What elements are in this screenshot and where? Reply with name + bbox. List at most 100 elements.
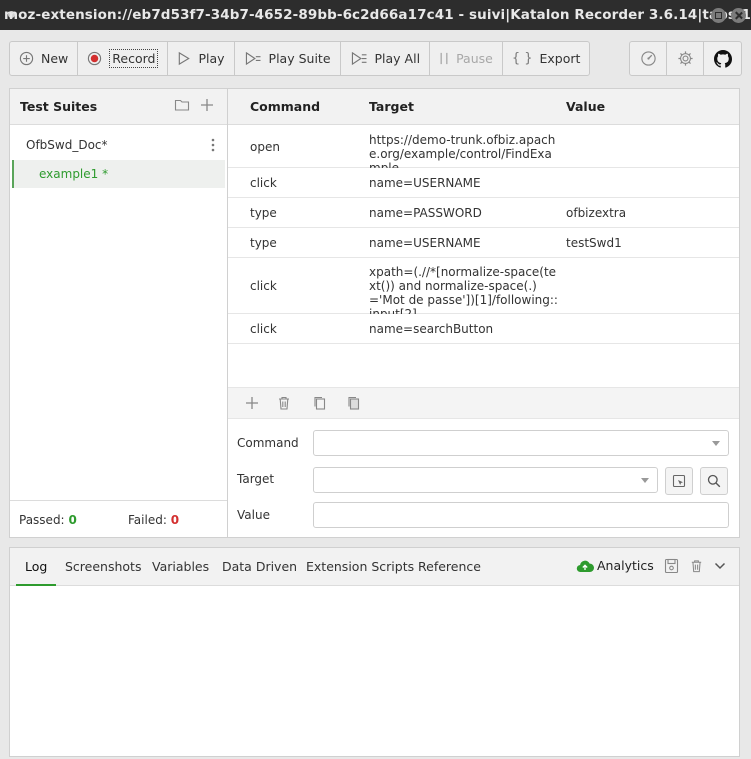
play-icon: [179, 51, 191, 66]
test-case-name: example1 *: [39, 167, 109, 181]
chevron-down-icon: [712, 441, 720, 446]
row-command: type: [250, 206, 277, 220]
record-icon: [88, 51, 102, 66]
tab-log[interactable]: Log: [25, 559, 47, 574]
row-command: type: [250, 236, 277, 250]
tab-extension-scripts[interactable]: Extension Scripts: [306, 559, 414, 574]
play-label: Play: [198, 51, 225, 66]
speedometer-icon: [640, 51, 656, 66]
new-label: New: [41, 51, 69, 66]
target-field-label: Target: [237, 472, 275, 486]
window-title: moz-extension://eb7d53f7-34b7-4652-89bb-…: [4, 7, 751, 23]
log-content: [10, 586, 739, 756]
analytics-button[interactable]: Analytics: [576, 558, 654, 573]
cloud-upload-icon: [576, 560, 594, 572]
row-target: name=PASSWORD: [369, 206, 482, 220]
value-field-label: Value: [237, 508, 270, 522]
tab-screenshots[interactable]: Screenshots: [65, 559, 141, 574]
select-target-button[interactable]: [665, 467, 693, 495]
test-suite-name: OfbSwd_Doc*: [26, 138, 108, 152]
table-row[interactable]: click name=searchButton: [228, 314, 739, 344]
trash-icon[interactable]: [276, 395, 292, 411]
run-status: Passed: 0 Failed: 0: [10, 500, 227, 537]
plus-circle-icon: [19, 51, 34, 66]
value-input[interactable]: [313, 502, 729, 528]
play-suite-button[interactable]: Play Suite: [235, 42, 341, 75]
pause-label: Pause: [456, 51, 493, 66]
row-value: testSwd1: [566, 236, 622, 250]
record-button[interactable]: Record: [78, 42, 169, 75]
toolbar: New Record Play Play Suite Play All Paus…: [0, 30, 751, 87]
log-panel: Log Screenshots Variables Data Driven Ex…: [9, 547, 740, 757]
more-options-icon[interactable]: [210, 138, 216, 152]
playback-button-group: New Record Play Play Suite Play All Paus…: [9, 41, 591, 76]
test-suite-item[interactable]: OfbSwd_Doc*: [10, 133, 227, 157]
target-picker-icon: [672, 474, 686, 488]
utility-button-group: [629, 41, 742, 76]
add-command-icon[interactable]: [244, 395, 260, 411]
copy-icon[interactable]: [312, 395, 328, 411]
table-row[interactable]: type name=PASSWORD ofbizextra: [228, 198, 739, 228]
column-value: Value: [566, 99, 606, 114]
row-target: name=searchButton: [369, 322, 494, 336]
settings-button[interactable]: [667, 42, 704, 75]
command-field-label: Command: [237, 436, 299, 450]
play-all-icon: [351, 51, 367, 66]
play-suite-icon: [245, 51, 261, 66]
command-select[interactable]: [313, 430, 729, 456]
chevron-down-icon[interactable]: [714, 561, 726, 571]
tab-reference[interactable]: Reference: [418, 559, 481, 574]
save-log-icon[interactable]: [664, 558, 679, 574]
search-icon: [707, 474, 721, 488]
command-table-header: Command Target Value: [228, 89, 739, 125]
add-suite-icon[interactable]: [199, 97, 215, 113]
test-suites-header: Test Suites: [10, 89, 227, 125]
analytics-label: Analytics: [597, 558, 654, 573]
maximize-button[interactable]: [711, 8, 726, 23]
table-row[interactable]: type name=USERNAME testSwd1: [228, 228, 739, 258]
export-label: Export: [539, 51, 581, 66]
test-suites-title: Test Suites: [20, 99, 98, 114]
row-target: xpath=(.//*[normalize-space(text()) and …: [369, 265, 558, 321]
find-target-button[interactable]: [700, 467, 728, 495]
play-button[interactable]: Play: [168, 42, 235, 75]
folder-icon[interactable]: [174, 97, 190, 113]
table-row[interactable]: click name=USERNAME: [228, 168, 739, 198]
clear-log-icon[interactable]: [689, 558, 704, 574]
pause-icon: [440, 52, 448, 65]
row-command: click: [250, 279, 277, 293]
chevron-down-icon: [641, 478, 649, 483]
command-toolbar: [228, 387, 739, 419]
target-select[interactable]: [313, 467, 658, 493]
active-tab-indicator: [16, 584, 56, 586]
speed-button[interactable]: [630, 42, 667, 75]
table-row[interactable]: click xpath=(.//*[normalize-space(text()…: [228, 258, 739, 321]
table-row[interactable]: open https://demo-trunk.ofbiz.apache.org…: [228, 126, 739, 175]
play-all-button[interactable]: Play All: [341, 42, 431, 75]
row-command: open: [250, 140, 280, 154]
gear-icon: [677, 51, 693, 66]
github-button[interactable]: [704, 42, 741, 75]
tab-variables[interactable]: Variables: [152, 559, 209, 574]
close-button[interactable]: [731, 8, 746, 23]
play-suite-label: Play Suite: [268, 51, 331, 66]
row-value: ofbizextra: [566, 206, 627, 220]
export-button[interactable]: { } Export: [503, 42, 590, 75]
record-label: Record: [109, 49, 159, 68]
column-command: Command: [250, 99, 321, 114]
test-suites-panel: Test Suites OfbSwd_Doc* example1 * Passe…: [9, 88, 228, 538]
braces-icon: { }: [511, 51, 533, 66]
play-all-label: Play All: [374, 51, 421, 66]
passed-count: Passed: 0: [19, 513, 77, 527]
row-command: click: [250, 322, 277, 336]
paste-icon[interactable]: [346, 395, 362, 411]
failed-count: Failed: 0: [128, 513, 180, 527]
tab-data-driven[interactable]: Data Driven: [222, 559, 297, 574]
row-target: name=USERNAME: [369, 236, 481, 250]
new-button[interactable]: New: [10, 42, 79, 75]
test-case-item[interactable]: example1 *: [12, 160, 225, 188]
log-tabs: Log Screenshots Variables Data Driven Ex…: [10, 548, 739, 586]
window-titlebar: moz-extension://eb7d53f7-34b7-4652-89bb-…: [0, 0, 751, 30]
pause-button[interactable]: Pause: [430, 42, 503, 75]
test-case-editor: Command Target Value open https://demo-t…: [228, 88, 740, 538]
